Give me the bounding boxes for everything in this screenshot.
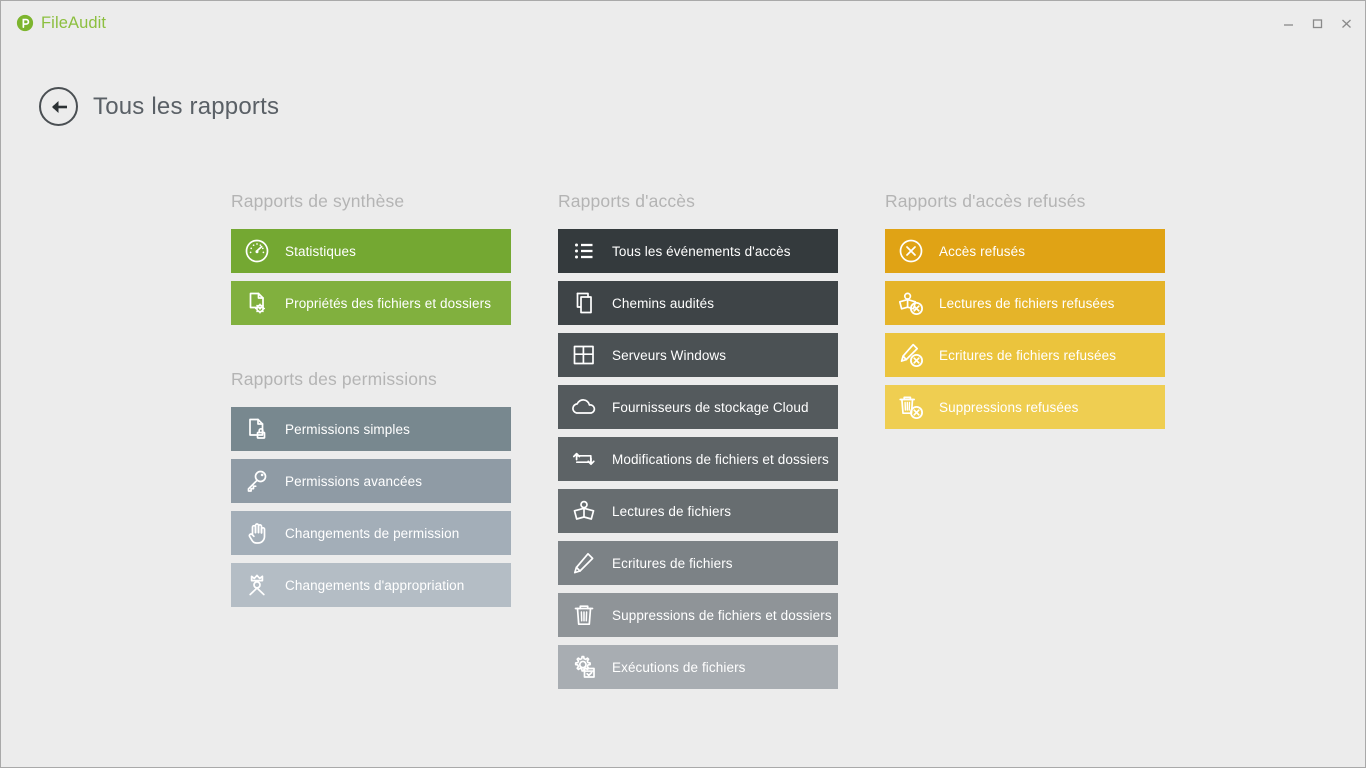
report-tile[interactable]: Tous les événements d'accès [558, 229, 838, 273]
report-tile-label: Accès refusés [939, 243, 1026, 259]
pencil-denied-icon [896, 340, 926, 370]
report-tile[interactable]: Suppressions refusées [885, 385, 1165, 429]
column-summary-and-permissions: Rapports de synthèse Statistiques Propriét… [231, 191, 511, 607]
reports-grid: Rapports de synthèse Statistiques Propriét… [1, 1, 1365, 767]
file-lock-icon [242, 414, 272, 444]
trash-denied-icon [896, 392, 926, 422]
open-book-icon [569, 496, 599, 526]
report-tile-label: Suppressions de fichiers et dossiers [612, 607, 832, 623]
report-tile[interactable]: Ecritures de fichiers refusées [885, 333, 1165, 377]
column-denied-access-reports: Rapports d'accès refusés Accès refusés Lec… [885, 191, 1165, 429]
group-title: Rapports des permissions [231, 369, 437, 389]
group-rapports-dacces-refuses: Rapports d'accès refusés Accès refusés Lec… [885, 191, 1165, 429]
report-tile-label: Changements de permission [285, 525, 460, 541]
report-tile-label: Statistiques [285, 243, 356, 259]
report-tile[interactable]: Modifications de fichiers et dossiers [558, 437, 838, 481]
report-tile[interactable]: Chemins audités [558, 281, 838, 325]
report-tile[interactable]: Changements d'appropriation [231, 563, 511, 607]
report-tile-label: Lectures de fichiers [612, 503, 732, 519]
report-tile-label: Serveurs Windows [612, 347, 727, 363]
report-tile-label: Propriétés des fichiers et dossiers [285, 295, 492, 311]
windows-icon [569, 340, 599, 370]
report-tile-label: Chemins audités [612, 295, 715, 311]
group-title: Rapports d'accès [558, 191, 696, 211]
gear-window-icon [569, 652, 599, 682]
exchange-arrows-icon [569, 444, 599, 474]
report-tile-label: Suppressions refusées [939, 399, 1079, 415]
report-tile[interactable]: Permissions simples [231, 407, 511, 451]
list-icon [569, 236, 599, 266]
report-tile[interactable]: Changements de permission [231, 511, 511, 555]
trash-icon [569, 600, 599, 630]
key-icon [242, 466, 272, 496]
report-tile-label: Changements d'appropriation [285, 577, 465, 593]
report-tile-label: Ecritures de fichiers refusées [939, 347, 1117, 363]
hand-icon [242, 518, 272, 548]
report-tile[interactable]: Permissions avancées [231, 459, 511, 503]
report-tile-label: Modifications de fichiers et dossiers [612, 451, 829, 467]
report-tile-label: Permissions avancées [285, 473, 423, 489]
report-tile[interactable]: Propriétés des fichiers et dossiers [231, 281, 511, 325]
group-rapports-de-synthese: Rapports de synthèse Statistiques Propriét… [231, 191, 511, 325]
report-tile-label: Permissions simples [285, 421, 410, 437]
report-tile[interactable]: Ecritures de fichiers [558, 541, 838, 585]
report-tile-label: Ecritures de fichiers [612, 555, 733, 571]
column-access-reports: Rapports d'accès Tous les événements d'ac… [558, 191, 838, 689]
group-title: Rapports de synthèse [231, 191, 405, 211]
gauge-icon [242, 236, 272, 266]
group-title: Rapports d'accès refusés [885, 191, 1086, 211]
group-rapports-des-permissions: Rapports des permissions Permissions simp… [231, 369, 511, 607]
report-tile-label: Lectures de fichiers refusées [939, 295, 1115, 311]
report-tile[interactable]: Accès refusés [885, 229, 1165, 273]
report-tile-label: Exécutions de fichiers [612, 659, 746, 675]
report-tile[interactable]: Statistiques [231, 229, 511, 273]
report-tile[interactable]: Lectures de fichiers refusées [885, 281, 1165, 325]
cloud-icon [569, 392, 599, 422]
copy-documents-icon [569, 288, 599, 318]
report-tile-label: Tous les événements d'accès [612, 243, 791, 259]
report-tile[interactable]: Exécutions de fichiers [558, 645, 838, 689]
circle-x-icon [896, 236, 926, 266]
pencil-icon [569, 548, 599, 578]
report-tile[interactable]: Serveurs Windows [558, 333, 838, 377]
report-tile[interactable]: Lectures de fichiers [558, 489, 838, 533]
report-tile[interactable]: Suppressions de fichiers et dossiers [558, 593, 838, 637]
crowned-user-icon [242, 570, 272, 600]
file-properties-icon [242, 288, 272, 318]
report-tile-label: Fournisseurs de stockage Cloud [612, 399, 809, 415]
group-rapports-dacces: Rapports d'accès Tous les événements d'ac… [558, 191, 838, 689]
open-book-denied-icon [896, 288, 926, 318]
fileaudit-window: FileAudit Tous les rapports Rapports de … [0, 0, 1366, 768]
report-tile[interactable]: Fournisseurs de stockage Cloud [558, 385, 838, 429]
